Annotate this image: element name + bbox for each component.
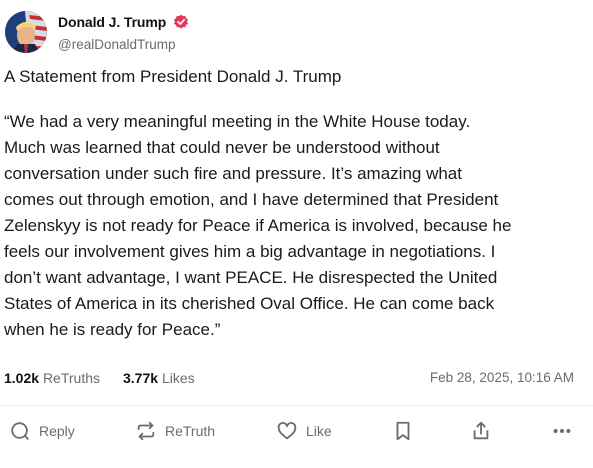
retruths-count: 1.02k <box>4 370 40 386</box>
like-label: Like <box>306 423 332 439</box>
heart-icon <box>277 422 297 440</box>
reply-label: Reply <box>39 423 75 439</box>
divider <box>0 405 593 406</box>
action-bar: Reply ReTruth Like <box>0 413 593 449</box>
retruth-label: ReTruth <box>165 423 216 439</box>
username-handle[interactable]: @realDonaldTrump <box>58 37 176 52</box>
post-timestamp[interactable]: Feb 28, 2025, 10:16 AM <box>430 370 574 385</box>
likes-count: 3.77k <box>123 370 159 386</box>
display-name[interactable]: Donald J. Trump <box>58 14 166 30</box>
post-body: “We had a very meaningful meeting in the… <box>4 112 512 339</box>
avatar[interactable] <box>5 11 47 53</box>
like-button[interactable]: Like <box>276 418 332 444</box>
reply-button[interactable]: Reply <box>9 418 75 444</box>
ellipsis-icon <box>553 428 571 434</box>
post-stats: 1.02k ReTruths 3.77k Likes Feb 28, 2025,… <box>4 370 589 388</box>
retruths-label: ReTruths <box>42 370 100 386</box>
likes-stat[interactable]: 3.77k Likes <box>123 370 195 386</box>
avatar-image <box>5 11 47 53</box>
share-button[interactable] <box>470 418 492 444</box>
retruth-arrows-icon <box>137 421 155 441</box>
speech-bubble-icon <box>11 422 29 440</box>
share-icon <box>473 421 489 440</box>
more-options-button[interactable] <box>551 418 573 444</box>
post-title: A Statement from President Donald J. Tru… <box>4 67 342 86</box>
likes-label: Likes <box>161 370 195 386</box>
verified-badge-icon <box>174 14 188 29</box>
retruth-button[interactable]: ReTruth <box>135 418 215 444</box>
retruths-stat[interactable]: 1.02k ReTruths <box>4 370 100 386</box>
post-header: Donald J. Trump @realDonaldTrump <box>0 0 593 62</box>
bookmark-button[interactable] <box>392 418 414 444</box>
bookmark-icon <box>396 421 410 441</box>
